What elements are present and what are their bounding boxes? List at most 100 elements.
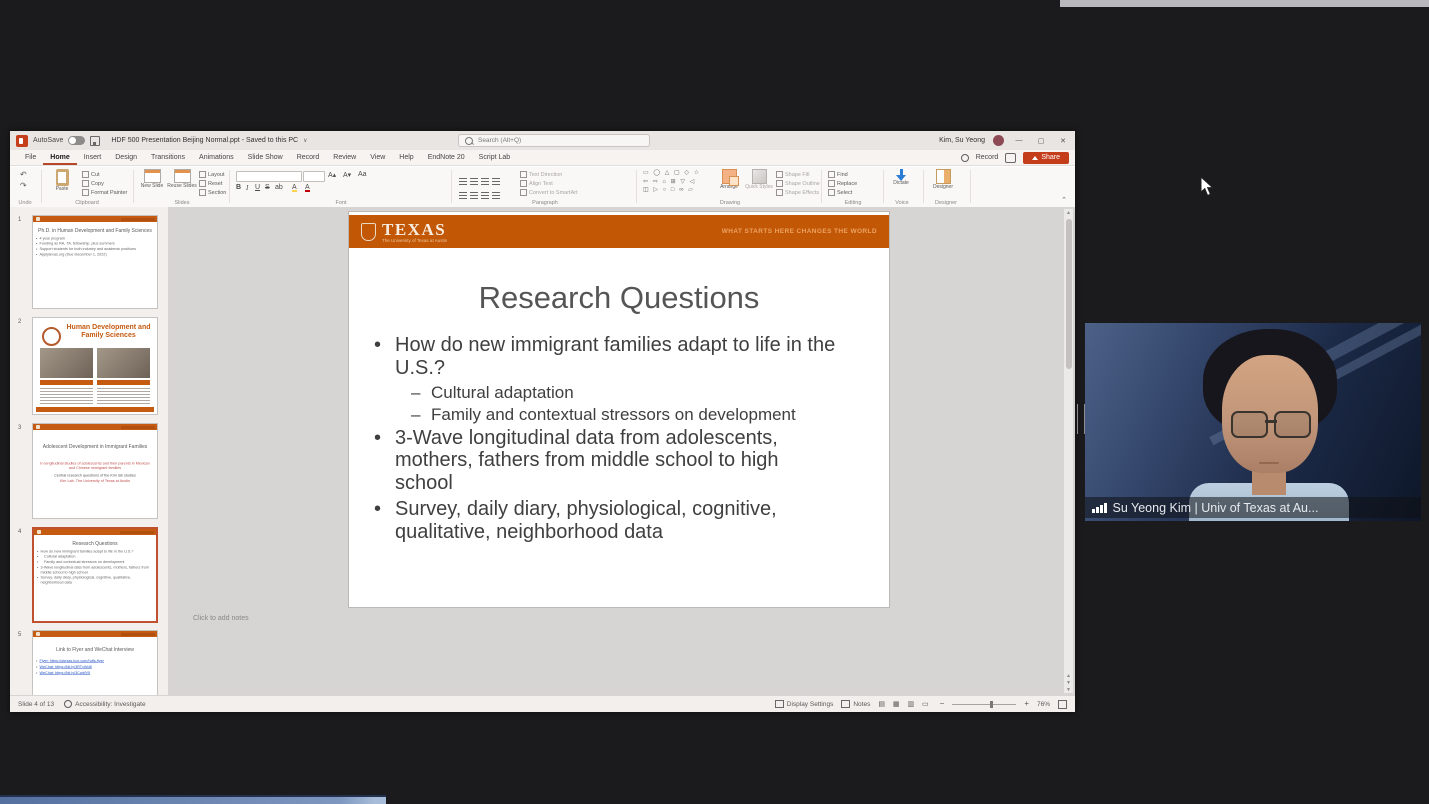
tab-design[interactable]: Design [108,150,144,165]
thumb-number: 4 [18,529,21,535]
tab-slide-show[interactable]: Slide Show [241,150,290,165]
share-icon [1032,156,1038,160]
replace-button[interactable]: Replace [828,180,857,187]
ut-wordmark: TEXAS [382,221,447,238]
smartart-button[interactable]: Convert to SmartArt [520,189,578,196]
zoom-slider-knob[interactable] [990,701,993,708]
grow-font-button[interactable]: A▴ [328,171,336,179]
dictate-button[interactable]: Dictate [886,169,916,187]
tab-transitions[interactable]: Transitions [144,150,192,165]
align-center-icon [470,192,478,199]
scroll-down-icon[interactable]: ▼ [1064,687,1073,693]
minimize-button[interactable]: — [1012,137,1026,144]
tab-insert[interactable]: Insert [77,150,109,165]
tab-file[interactable]: File [18,150,43,165]
slide-indicator[interactable]: Slide 4 of 13 [18,701,54,708]
format-painter-button[interactable]: Format Painter [82,189,127,196]
italic-button[interactable]: I [246,184,248,192]
layout-button[interactable]: Layout [199,171,225,178]
slide-thumbnail-5[interactable]: Link to Flyer and WeChat Interview Flyer… [32,630,158,695]
copy-button[interactable]: Copy [82,180,104,187]
tab-endnote[interactable]: EndNote 20 [421,150,472,165]
comments-icon[interactable] [1005,153,1016,163]
webcam-video[interactable]: Su Yeong Kim | Univ of Texas at Au... [1085,323,1421,521]
text-direction-button[interactable]: Text Direction [520,171,562,178]
designer-button[interactable]: Designer [928,169,958,191]
collapse-ribbon-icon[interactable]: ⌃ [1061,196,1067,204]
previous-slide-icon[interactable]: ▲ [1064,673,1073,679]
group-label-editing: Editing [824,200,882,206]
zoom-percentage[interactable]: 76% [1037,701,1050,708]
bold-button[interactable]: B [236,184,241,191]
record-button[interactable]: Record [976,154,999,161]
zoom-slider[interactable] [952,704,1016,705]
current-slide[interactable]: TEXAS The University of Texas at Austin … [349,212,889,607]
vertical-scrollbar[interactable]: ▲ ▲ ▼ ▼ [1064,209,1073,693]
reuse-slides-button[interactable]: Reuse Slides [167,169,197,190]
search-box[interactable]: Search (Alt+Q) [458,134,650,147]
zoom-out-button[interactable]: − [940,701,945,707]
font-size-combo[interactable] [303,171,325,182]
font-name-combo[interactable] [236,171,302,182]
slide-title: Research Questions [349,280,889,316]
fit-to-window-icon[interactable] [1058,700,1067,709]
share-button[interactable]: Share [1023,152,1069,164]
change-case-button[interactable]: Aa [358,171,367,178]
document-title[interactable]: HDF 500 Presentation Beijing Normal.ppt … [111,137,298,144]
notes-placeholder[interactable]: Click to add notes [193,615,249,622]
align-text-button[interactable]: Align Text [520,180,553,187]
paste-button[interactable]: Paste [47,169,77,193]
character-spacing-button[interactable]: ab [275,184,283,191]
panel-resize-handle[interactable] [1077,404,1085,434]
undo-button[interactable]: ↶ [20,170,27,179]
autosave-toggle[interactable] [68,136,85,145]
slide-thumbnail-1[interactable]: Ph.D. in Human Development and Family Sc… [32,215,158,309]
thumb-header-band [33,424,157,430]
scrollbar-thumb[interactable] [1066,219,1072,369]
slide-thumbnail-2[interactable]: Human Development and Family Sciences [32,317,158,415]
tab-help[interactable]: Help [392,150,420,165]
new-slide-button[interactable]: New Slide [137,169,167,190]
slide-thumbnail-4-selected[interactable]: Research Questions How do new immigrant … [32,527,158,623]
shrink-font-button[interactable]: A▾ [343,171,351,179]
user-name[interactable]: Kim, Su Yeong [939,137,985,144]
strikethrough-button[interactable]: S [265,184,270,191]
tab-record[interactable]: Record [290,150,327,165]
section-button[interactable]: Section [199,189,226,196]
font-color-button[interactable]: A [305,184,310,191]
shape-fill-button[interactable]: Shape Fill [776,171,809,178]
redo-button[interactable]: ↷ [20,181,27,190]
highlight-color-button[interactable]: A [292,184,297,191]
find-button[interactable]: Find [828,171,848,178]
maximize-button[interactable]: ▢ [1034,137,1048,145]
select-button[interactable]: Select [828,189,852,196]
close-button[interactable]: ✕ [1056,137,1070,145]
accessibility-checker[interactable]: Accessibility: Investigate [64,700,145,708]
cut-button[interactable]: Cut [82,171,100,178]
tab-animations[interactable]: Animations [192,150,241,165]
view-switcher-icons[interactable]: ▤ ▦ ▥ ▭ [878,700,931,708]
powerpoint-window: AutoSave HDF 500 Presentation Beijing No… [10,131,1075,712]
next-slide-icon[interactable]: ▼ [1064,680,1073,686]
tab-home[interactable]: Home [43,150,76,165]
zoom-in-button[interactable]: + [1024,701,1029,707]
shape-outline-button[interactable]: Shape Outline [776,180,820,187]
reset-button[interactable]: Reset [199,180,222,187]
display-settings-button[interactable]: Display Settings [775,700,834,708]
new-slide-icon [144,169,161,183]
notes-button[interactable]: Notes [841,700,870,708]
quick-styles-button[interactable]: Quick Styles [744,169,774,191]
tab-review[interactable]: Review [326,150,363,165]
slide-thumbnail-3[interactable]: Adolescent Development in Immigrant Fami… [32,423,158,519]
tab-script-lab[interactable]: Script Lab [472,150,518,165]
section-icon [199,189,206,196]
save-icon[interactable] [90,136,100,146]
arrange-button[interactable]: Arrange [714,169,744,191]
scroll-up-icon[interactable]: ▲ [1064,210,1073,216]
chevron-down-icon[interactable]: ∨ [303,137,307,144]
underline-button[interactable]: U [255,184,260,191]
tab-view[interactable]: View [363,150,392,165]
avatar[interactable] [993,135,1004,146]
shape-effects-button[interactable]: Shape Effects [776,189,819,196]
shapes-gallery[interactable]: ▭ ◯ △ ▢ ◇ ☆ ⇦ ⇨ ⌂ ⊞ ▽ ◁ ◫ ▷ ○ □ ∞ ▱ [643,169,701,195]
